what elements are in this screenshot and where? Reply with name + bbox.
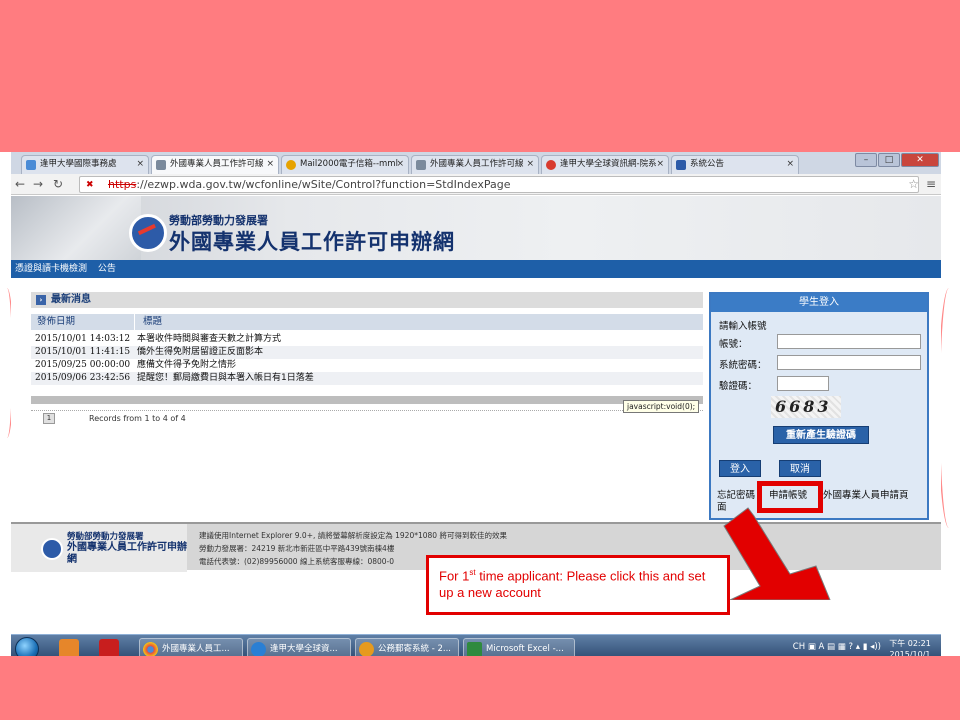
excel-icon [467, 642, 482, 657]
news-panel: › 最新消息 發佈日期 標題 2015/10/01 14:03:12 本署收件時… [31, 292, 703, 424]
back-icon[interactable]: ← [15, 177, 25, 191]
arrow-box-icon: › [36, 295, 46, 305]
reload-icon[interactable]: ↻ [53, 177, 63, 191]
regenerate-captcha-button[interactable]: 重新產生驗證碼 [773, 426, 869, 444]
password-input[interactable] [777, 355, 921, 370]
column-title: 標題 [143, 316, 163, 327]
footer-org: 勞動部勞動力發展署 [67, 532, 144, 542]
photo-icon [156, 160, 166, 170]
window-close-icon[interactable]: ✕ [901, 153, 939, 167]
captcha-label: 驗證碼： [719, 381, 758, 392]
cancel-button[interactable]: 取消 [779, 460, 821, 477]
table-row[interactable]: 2015/09/06 23:42:56 提醒您！郵局繳費日與本署入帳日有1日落差 [31, 372, 703, 385]
language-indicator[interactable]: CH [793, 642, 805, 652]
browser-tab[interactable]: 逢甲大學全球資訊網-院系 × [541, 155, 669, 174]
footer-info-line: 電話代表號：(02)89956000 線上系統客服專線：0800-0 [199, 557, 395, 566]
login-prompt: 請輸入帳號 [719, 321, 767, 332]
footer-site-name: 外國專業人員工作許可申辦網 [67, 542, 187, 565]
site-logo-icon [129, 214, 167, 252]
close-icon[interactable]: × [656, 156, 664, 173]
login-title: 學生登入 [711, 294, 927, 312]
status-tooltip: javascript:void(0); [623, 400, 700, 413]
close-icon[interactable]: × [786, 156, 794, 173]
bookmark-star-icon[interactable]: ☆ [908, 177, 919, 191]
footer-logo: 勞動部勞動力發展署 外國專業人員工作許可申辦網 [11, 524, 187, 572]
column-divider [134, 314, 135, 330]
browser-tab[interactable]: 外國專業人員工作許可線 × [151, 155, 279, 174]
footer-info-line: 勞動力發展署：24219 新北市新莊區中平路439號南棟4樓 [199, 544, 395, 553]
browser-tab-bar: 逢甲大學國際事務處 × 外國專業人員工作許可線 × Mail2000電子信箱--… [11, 152, 941, 174]
site-title[interactable]: 外國專業人員工作許可申辦網 [169, 226, 455, 256]
column-date: 發佈日期 [37, 316, 76, 327]
notice-icon [676, 160, 686, 170]
close-icon[interactable]: × [266, 156, 274, 173]
slide-decor-right [938, 288, 960, 528]
news-heading: › 最新消息 [31, 292, 703, 308]
account-input[interactable] [777, 334, 921, 349]
captcha-image: 6683 [771, 396, 841, 418]
chrome-icon [143, 642, 158, 657]
table-row[interactable]: 2015/10/01 14:03:12 本署收件時間與審查天數之計算方式 [31, 333, 703, 346]
callout-note: For 1st time applicant: Please click thi… [426, 555, 730, 615]
maximize-icon[interactable]: □ [878, 153, 900, 167]
grid-icon [26, 160, 36, 170]
close-icon[interactable]: × [526, 156, 534, 173]
ie-icon [251, 642, 266, 657]
slide-top-band [0, 0, 960, 152]
photo-icon [416, 160, 426, 170]
menu-icon[interactable]: ≡ [926, 177, 936, 191]
system-tray: CH ▣ A ▤ ▦ ? ▴ ▮ ◂)) [793, 642, 881, 652]
site-logo-icon [41, 538, 63, 560]
horizontal-scrollbar[interactable] [31, 396, 703, 404]
close-icon[interactable]: × [136, 156, 144, 173]
page-button[interactable]: 1 [43, 413, 55, 424]
close-icon[interactable]: × [396, 156, 404, 173]
login-button[interactable]: 登入 [719, 460, 761, 477]
mail-app-icon [359, 642, 374, 657]
captcha-input[interactable] [777, 376, 829, 391]
fcu-icon [546, 160, 556, 170]
address-bar: ← → ↻ ✖ https://ezwp.wda.gov.tw/wcfonline… [11, 174, 941, 195]
forward-icon[interactable]: → [33, 177, 43, 191]
insecure-lock-icon: ✖ [86, 180, 94, 190]
account-label: 帳號： [719, 339, 748, 350]
nav-item-cert-check[interactable]: 憑證與讀卡機檢測 [15, 264, 87, 274]
clock-time: 下午 02:21 [889, 639, 931, 648]
site-banner: 勞動部勞動力發展署 外國專業人員工作許可申辦網 [11, 196, 941, 260]
slide-bottom-band [0, 656, 960, 720]
callout-arrow-icon [723, 507, 831, 600]
table-row[interactable]: 2015/09/25 00:00:00 應備文件得予免附之情形 [31, 359, 703, 372]
browser-tab[interactable]: 系統公告 × [671, 155, 799, 174]
browser-tab[interactable]: 逢甲大學國際事務處 × [21, 155, 149, 174]
browser-tab[interactable]: 外國專業人員工作許可線 × [411, 155, 539, 174]
mail-icon [286, 160, 296, 170]
banner-image [11, 196, 141, 260]
window-controls: – □ ✕ [855, 153, 939, 169]
site-nav: 憑證與讀卡機檢測 公告 [11, 260, 941, 278]
news-table-header: 發佈日期 標題 [31, 314, 703, 330]
minimize-icon[interactable]: – [855, 153, 877, 167]
nav-item-announcement[interactable]: 公告 [98, 264, 116, 274]
footer-info-line: 建議使用Internet Explorer 9.0+, 請將螢幕解析度設定為 1… [199, 531, 507, 540]
tray-icons[interactable]: ▣ A ▤ ▦ ? ▴ ▮ ◂)) [808, 642, 881, 652]
table-row[interactable]: 2015/10/01 11:41:15 僑外生得免附居留證正反面影本 [31, 346, 703, 359]
url-input[interactable]: ✖ https://ezwp.wda.gov.tw/wcfonline/wSite… [79, 176, 919, 193]
records-count: Records from 1 to 4 of 4 [89, 414, 186, 423]
browser-tab[interactable]: Mail2000電子信箱--mml × [281, 155, 409, 174]
password-label: 系統密碼： [719, 360, 767, 371]
pager: 1 Records from 1 to 4 of 4 [31, 410, 703, 424]
